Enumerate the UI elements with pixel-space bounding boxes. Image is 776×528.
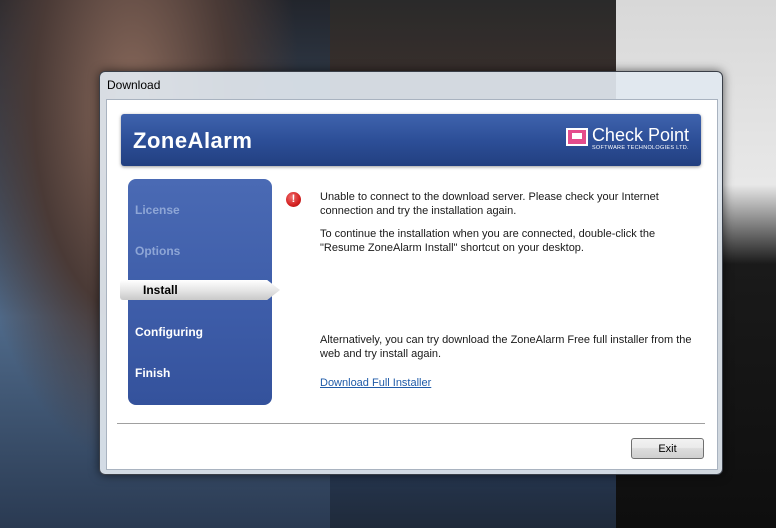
step-configuring: Configuring	[135, 325, 203, 339]
checkpoint-name: Check Point	[591, 125, 689, 145]
step-install: Install	[143, 283, 178, 297]
header-banner: ZoneAlarm Check Point SOFTWARE TECHNOLOG…	[121, 114, 701, 166]
error-icon: !	[286, 192, 301, 207]
step-finish: Finish	[135, 366, 171, 380]
resume-message: To continue the installation when you ar…	[320, 228, 656, 254]
error-message: Unable to connect to the download server…	[320, 191, 659, 217]
step-license: License	[135, 203, 180, 217]
dialog-client-area: ZoneAlarm Check Point SOFTWARE TECHNOLOG…	[106, 99, 718, 470]
dialog-titlebar[interactable]: Download	[100, 72, 722, 98]
dialog-title: Download	[107, 78, 161, 92]
download-full-installer-link[interactable]: Download Full Installer	[320, 377, 431, 389]
zonealarm-logo: ZoneAlarm	[133, 128, 253, 153]
checkpoint-icon	[565, 128, 588, 146]
step-options: Options	[135, 244, 181, 258]
steps-sidebar: License Options Install Configuring Fini…	[120, 179, 280, 405]
exit-button[interactable]: Exit	[631, 438, 704, 459]
checkpoint-subtitle: SOFTWARE TECHNOLOGIES LTD.	[591, 145, 689, 151]
download-dialog: Download ZoneAlarm Check Point SOFTWARE …	[99, 71, 723, 475]
checkpoint-logo: Check Point SOFTWARE TECHNOLOGIES LTD.	[565, 125, 689, 151]
footer-separator	[117, 423, 705, 425]
alternative-message: Alternatively, you can try download the …	[320, 334, 692, 360]
